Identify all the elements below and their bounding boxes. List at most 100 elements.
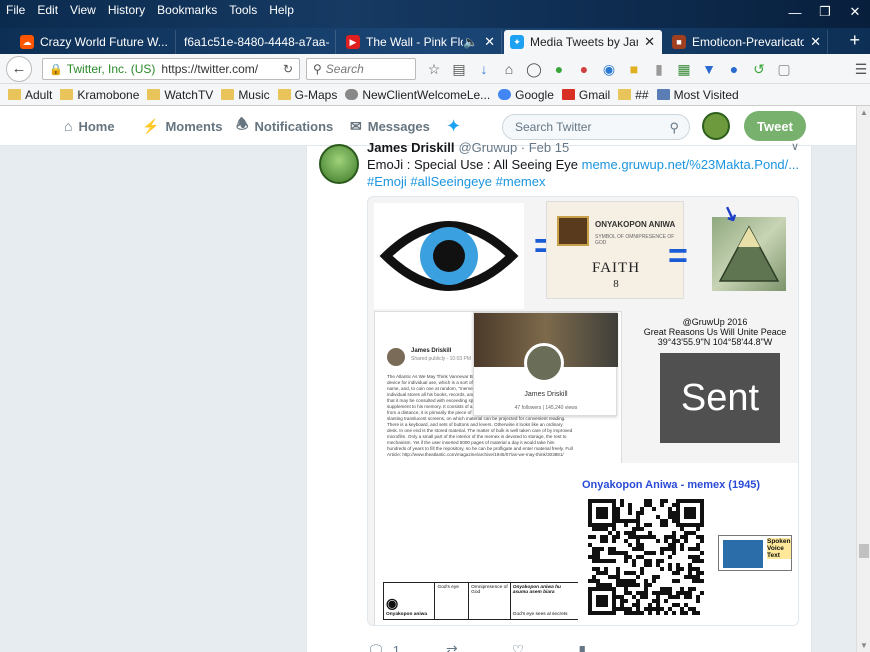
extension-green-icon[interactable]: ●	[549, 58, 569, 80]
tweet-author[interactable]: James Driskill @Gruwup · Feb 15	[367, 140, 569, 155]
library-icon[interactable]: ▤	[449, 58, 469, 80]
back-arrow-icon[interactable]: ←	[6, 55, 32, 82]
speaker-icon[interactable]: 🔈	[463, 35, 478, 49]
extension-globe-icon[interactable]: ◉	[599, 58, 619, 80]
tab-media-tweets[interactable]: ✦ Media Tweets by Jame... ✕	[504, 30, 662, 54]
new-tab-icon[interactable]: +	[849, 30, 860, 51]
tweet-button[interactable]: Tweet	[744, 111, 806, 141]
page-content: ⌂ Home ⚡ Moments 🕭 Notifications ✉ Messages …	[0, 106, 856, 652]
extension-square-icon[interactable]: ▢	[774, 58, 794, 80]
nav-notifications[interactable]: 🕭 Notifications	[236, 106, 333, 146]
folder-icon	[147, 89, 161, 100]
eye-seal-icon: ◉	[386, 595, 399, 611]
twitter-bird-icon[interactable]: ✦	[446, 116, 468, 136]
bookmark-adult[interactable]: Adult	[8, 88, 52, 102]
close-tab-icon[interactable]: ✕	[644, 34, 655, 50]
extension-sheet-icon[interactable]: ▦	[674, 58, 694, 80]
bookmark-newclient[interactable]: NewClientWelcomeLe...	[345, 88, 490, 102]
scroll-down-icon[interactable]: ▼	[857, 641, 870, 650]
restore-icon[interactable]: ❐	[810, 0, 840, 24]
toolbar-icons: ☆ ▤ ↓ ⌂ ◯ ● ● ◉ ■ ▮ ▦ ▼ ● ↺ ▢ ☰	[424, 58, 870, 80]
bookmarks-bar: Adult Kramobone WatchTV Music G-Maps New…	[0, 84, 870, 106]
extension-blue-icon[interactable]: ▼	[699, 58, 719, 80]
menu-hamburger-icon[interactable]: ☰	[851, 58, 870, 80]
search-icon: ⚲	[313, 62, 322, 76]
sent-label: Sent	[660, 353, 780, 443]
tab-crazy-world[interactable]: ☁ Crazy World Future W...	[14, 30, 176, 54]
nav-home[interactable]: ⌂ Home	[64, 106, 115, 146]
tweet-link[interactable]: meme.gruwup.net/%23Makta.Pond/...	[582, 157, 800, 172]
google-icon	[498, 89, 512, 100]
bookmark-watchtv[interactable]: WatchTV	[147, 88, 213, 102]
bookmark-gmail[interactable]: Gmail	[561, 88, 610, 102]
tweet-media-image[interactable]: = ONYAKOPON ANIWA SYMBOL OF OMNIPRESENCE…	[367, 196, 799, 626]
bookmark-music[interactable]: Music	[221, 88, 270, 102]
bookmark-kramobone[interactable]: Kramobone	[60, 88, 139, 102]
vertical-scrollbar[interactable]: ▲ ▼	[856, 106, 870, 652]
extension-yellow-icon[interactable]: ■	[624, 58, 644, 80]
reply-button[interactable]: 🗨 1	[367, 642, 400, 652]
nav-moments[interactable]: ⚡ Moments	[142, 106, 223, 146]
close-tab-icon[interactable]: ✕	[810, 34, 821, 50]
menu-help[interactable]: Help	[263, 3, 300, 17]
navigation-bar: ← 🔒 Twitter, Inc. (US) https://twitter.c…	[0, 54, 870, 84]
close-icon[interactable]: ✕	[840, 0, 870, 24]
folder-icon	[618, 89, 632, 100]
extension-color-icon[interactable]: ●	[574, 58, 594, 80]
home-icon[interactable]: ⌂	[499, 58, 519, 80]
menu-view[interactable]: View	[64, 3, 102, 17]
extension-ball-icon[interactable]: ●	[724, 58, 744, 80]
author-avatar[interactable]	[319, 144, 359, 184]
pocket-icon[interactable]: ◯	[524, 58, 544, 80]
twitter-search-input[interactable]: Search Twitter ⚲	[502, 114, 690, 140]
menu-history[interactable]: History	[102, 3, 151, 17]
close-tab-icon[interactable]: ✕	[484, 34, 495, 50]
menu-bookmarks[interactable]: Bookmarks	[151, 3, 223, 17]
heart-icon: ♡	[511, 641, 525, 652]
download-icon[interactable]: ↓	[474, 58, 494, 80]
adinkra-table: ◉ Onyakopon aniwa God's eye Omnipresence…	[383, 582, 579, 620]
url-text: https://twitter.com/	[161, 62, 259, 76]
analytics-button[interactable]: ▮	[578, 642, 594, 652]
tab-emoticon[interactable]: ■ Emoticon-Prevaricator... ✕	[666, 30, 828, 54]
growup-caption: @GruwUp 2016 Great Reasons Us Will Unite…	[643, 317, 787, 347]
menu-file[interactable]: File	[0, 3, 31, 17]
bookmark-google[interactable]: Google	[498, 88, 554, 102]
tab-uuid[interactable]: f6a1c51e-8480-4448-a7aa-...	[178, 30, 336, 54]
menu-tools[interactable]: Tools	[223, 3, 263, 17]
tab-bar: ☁ Crazy World Future W... f6a1c51e-8480-…	[0, 28, 870, 54]
extension-grey-icon[interactable]: ▮	[649, 58, 669, 80]
memex-panel: Onyakopon Aniwa - memex (1945) Spoken Vo…	[578, 463, 798, 625]
scroll-up-icon[interactable]: ▲	[857, 108, 870, 117]
twitter-bird-icon: ✦	[510, 35, 524, 49]
bookmark-hash[interactable]: ##	[618, 88, 649, 102]
chevron-down-icon[interactable]: ∨	[791, 140, 799, 153]
retweet-button[interactable]: ⇄	[446, 642, 466, 652]
speaking-head-icon	[723, 540, 763, 568]
star-icon[interactable]: ☆	[424, 58, 444, 80]
folder-icon	[60, 89, 74, 100]
bell-icon: 🕭	[236, 116, 249, 132]
bookmark-most-visited[interactable]: Most Visited	[656, 88, 739, 102]
profile-avatar[interactable]	[702, 112, 730, 140]
retweet-icon: ⇄	[446, 641, 458, 652]
like-button[interactable]: ♡	[512, 642, 533, 652]
address-bar[interactable]: 🔒 Twitter, Inc. (US) https://twitter.com…	[42, 58, 300, 80]
adinkra-seal-icon	[557, 216, 589, 246]
browser-search-box[interactable]: ⚲ Search	[306, 58, 416, 80]
extension-sync-icon[interactable]: ↺	[749, 58, 769, 80]
reload-icon[interactable]: ↻	[283, 62, 293, 76]
menu-edit[interactable]: Edit	[31, 3, 64, 17]
scrollbar-thumb[interactable]	[859, 544, 869, 558]
tab-the-wall[interactable]: ▶ The Wall - Pink Flo... 🔈 ✕	[340, 30, 502, 54]
home-icon: ⌂	[64, 118, 73, 134]
folder-icon	[277, 89, 291, 100]
bookmark-gmaps[interactable]: G-Maps	[277, 88, 337, 102]
lock-icon: 🔒	[49, 63, 63, 76]
title-bar: File Edit View History Bookmarks Tools H…	[0, 0, 870, 28]
minimize-icon[interactable]: —	[780, 0, 810, 24]
tweet-hashtags[interactable]: #Emoji #allSeeingeye #memex	[367, 174, 545, 189]
search-placeholder: Search	[325, 62, 364, 76]
lightning-icon: ⚡	[142, 117, 160, 134]
menu-bar: File Edit View History Bookmarks Tools H…	[0, 0, 300, 20]
